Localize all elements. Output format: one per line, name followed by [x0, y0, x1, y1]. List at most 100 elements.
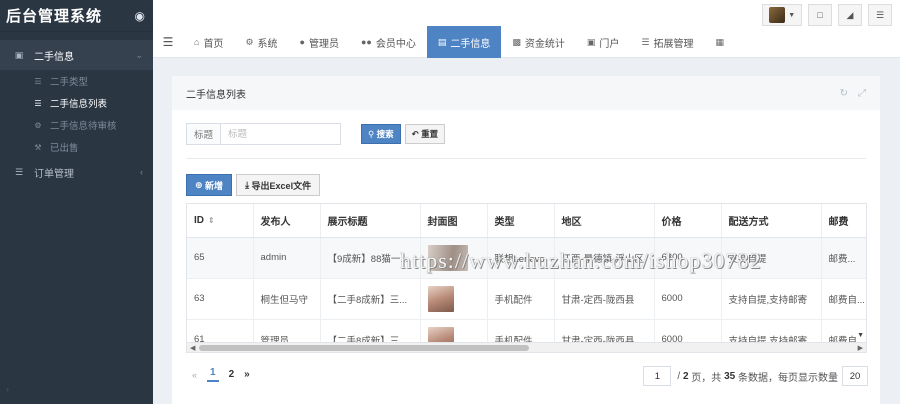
tab-label: 会员中心 — [375, 38, 416, 50]
cell-id: 63 — [187, 278, 254, 320]
fullscreen-button[interactable]: ◢ — [838, 4, 862, 26]
goto-page-input[interactable] — [643, 366, 672, 386]
tab-label: 二手信息 — [450, 38, 491, 50]
sidebar-item-label: 订单管理 — [34, 168, 74, 180]
expand-icon[interactable]: ⤢ — [858, 88, 866, 99]
user-menu[interactable]: ▼ — [762, 4, 802, 26]
cell-region: 甘肃-定西-陇西县 — [554, 278, 655, 320]
sort-icon[interactable]: ⇕ — [208, 216, 215, 225]
cell-title: 【二手8成新】三... — [320, 278, 421, 320]
tab-secondhand[interactable]: ▤ 二手信息 — [426, 26, 502, 58]
add-button[interactable]: ⊕ 新增 — [186, 174, 233, 196]
topnav-tabs: ☰ ⌂ 首页 ⚙ 系统 ● 管理员 ●● 会员中心 ▤ 二手信息 ▩ 资金统计 ▣ 门户 ☰ 拓… — [153, 26, 739, 58]
export-excel-button[interactable]: ⤓ 导出Excel文件 — [236, 174, 321, 196]
data-table[interactable]: ID ⇕ 发布人 展示标题 封面图 类型 地区 价格 配送方式 邮费 65 adm… — [186, 203, 867, 353]
title-search-input[interactable] — [220, 123, 341, 145]
plus-circle-icon: ⊕ — [195, 179, 206, 190]
sidebar-subitem-label: 二手信息待审核 — [50, 121, 117, 132]
search-form: 标题 ⚲ 搜索 ↶ 重置 — [186, 123, 446, 145]
scroll-left-arrow[interactable]: ◀ — [190, 344, 195, 352]
tab-label: 系统 — [257, 38, 278, 50]
cell-postage: 邮费自... — [821, 278, 866, 320]
list-icon: ☰ — [14, 166, 24, 177]
window-icon: ▣ — [586, 36, 596, 47]
sidebar: 后台管理系统 ◉ ▣ 二手信息 ⌄ ☰ 二手类型 ☰ 二手信息列表 ⚙ 二手信息… — [0, 0, 153, 404]
column-header: 类型 — [487, 204, 555, 238]
summary-text-2: 条数据，每页显示数量 — [735, 372, 838, 384]
cell-postage: 邮费... — [821, 237, 866, 279]
water-drop-icon[interactable]: ◉ — [135, 9, 145, 23]
cell-price: 6300 — [654, 237, 722, 279]
expand-icon: ◢ — [846, 9, 854, 20]
undo-icon: ↶ — [411, 128, 422, 139]
menu-toggle-button[interactable]: ☰ — [153, 26, 183, 58]
tab-apps[interactable]: ▦ — [704, 26, 739, 58]
tab-portal[interactable]: ▣ 门户 — [576, 26, 631, 58]
list-icon: ▣ — [14, 49, 24, 60]
list-icon: ☰ — [641, 36, 650, 47]
sidebar-subitem-list[interactable]: ☰ 二手信息列表 — [0, 92, 153, 114]
reset-button[interactable]: ↶ 重置 — [404, 124, 446, 144]
column-header: 配送方式 — [721, 204, 822, 238]
trash-button[interactable]: □ — [808, 4, 832, 26]
content-panel: 二手信息列表 ↻ ⤢ 标题 ⚲ 搜索 ↶ 重置 ⊕ 新增 ⤓ 导出Excel文件 — [172, 76, 880, 404]
table: ID ⇕ 发布人 展示标题 封面图 类型 地区 价格 配送方式 邮费 65 adm… — [187, 204, 866, 352]
table-toolbar: ⊕ 新增 ⤓ 导出Excel文件 — [186, 174, 321, 196]
next-page-link[interactable]: » — [244, 369, 250, 380]
page-link[interactable]: 2 — [229, 369, 235, 380]
tab-home[interactable]: ⌂ 首页 — [183, 26, 234, 58]
tab-label: 首页 — [203, 38, 224, 50]
summary-text-1: 页，共 — [688, 372, 725, 384]
sidebar-subitem-label: 二手信息列表 — [50, 99, 108, 110]
scroll-down-arrow[interactable]: ▼ — [857, 332, 864, 339]
cover-image[interactable] — [427, 285, 454, 312]
page-title: 二手信息列表 — [186, 89, 246, 101]
chevron-left-icon: ‹ — [140, 167, 143, 177]
tab-admin[interactable]: ● 管理员 — [289, 26, 350, 58]
table-row[interactable]: 65 admin 【9成新】88猫一... 联想Lenovo 江西-景德镇-浮山… — [187, 237, 866, 279]
column-header-id[interactable]: ID ⇕ — [187, 204, 254, 238]
tab-system[interactable]: ⚙ 系统 — [234, 26, 288, 58]
column-header: 邮费 — [821, 204, 866, 238]
prev-page-link[interactable]: « — [192, 370, 197, 380]
cover-image[interactable] — [427, 244, 468, 271]
sidebar-subitem-pending[interactable]: ⚙ 二手信息待审核 — [0, 114, 153, 136]
tab-extensions[interactable]: ☰ 拓展管理 — [630, 26, 704, 58]
page-size-select[interactable]: 20 — [842, 366, 868, 386]
sidebar-subitem-sold[interactable]: ⚒ 已出售 — [0, 136, 153, 158]
tab-finance[interactable]: ▩ 资金统计 — [501, 26, 576, 58]
brand-title: 后台管理系统 — [6, 8, 103, 25]
caret-down-icon: ▼ — [788, 11, 796, 19]
cell-title: 【9成新】88猫一... — [320, 237, 421, 279]
cell-region: 江西-景德镇-浮山区 — [554, 237, 655, 279]
sidebar-item-orders[interactable]: ☰ 订单管理 ‹ — [0, 158, 153, 186]
table-row[interactable]: 63 桐生但马守 【二手8成新】三... 手机配件 甘肃-定西-陇西县 6000… — [187, 278, 866, 320]
page-link-current[interactable]: 1 — [207, 367, 219, 382]
search-button[interactable]: ⚲ 搜索 — [361, 124, 401, 144]
gear-icon: ⚙ — [245, 36, 254, 47]
settings-button[interactable]: ☰ — [868, 4, 892, 26]
table-header-row: ID ⇕ 发布人 展示标题 封面图 类型 地区 价格 配送方式 邮费 — [187, 204, 866, 238]
sidebar-subitem-type[interactable]: ☰ 二手类型 — [0, 70, 153, 92]
export-button-label: 导出Excel文件 — [251, 180, 312, 191]
card-icon: ▤ — [437, 36, 447, 47]
sidebar-item-secondhand[interactable]: ▣ 二手信息 ⌄ — [0, 40, 153, 70]
pagination-summary: / 2 页，共 35 条数据，每页显示数量 20 — [643, 366, 868, 386]
cell-type: 手机配件 — [487, 278, 555, 320]
chevron-right-icon[interactable]: › — [6, 384, 9, 394]
scroll-right-arrow[interactable]: ▶ — [858, 344, 863, 352]
column-header: 发布人 — [253, 204, 321, 238]
column-header: 价格 — [654, 204, 722, 238]
search-button-label: 搜索 — [376, 129, 394, 139]
trash-icon: □ — [817, 10, 823, 20]
tab-members[interactable]: ●● 会员中心 — [350, 26, 427, 58]
cell-publisher: admin — [253, 237, 321, 279]
horizontal-scrollbar[interactable]: ◀ ▶ — [187, 342, 866, 352]
search-label: 标题 — [186, 123, 220, 145]
scrollbar-thumb[interactable] — [199, 345, 529, 351]
refresh-icon[interactable]: ↻ — [840, 88, 848, 99]
tab-label: 管理员 — [308, 38, 339, 50]
column-header: 展示标题 — [320, 204, 421, 238]
bar-chart-icon: ▩ — [512, 36, 521, 47]
tab-label: 拓展管理 — [653, 38, 694, 50]
